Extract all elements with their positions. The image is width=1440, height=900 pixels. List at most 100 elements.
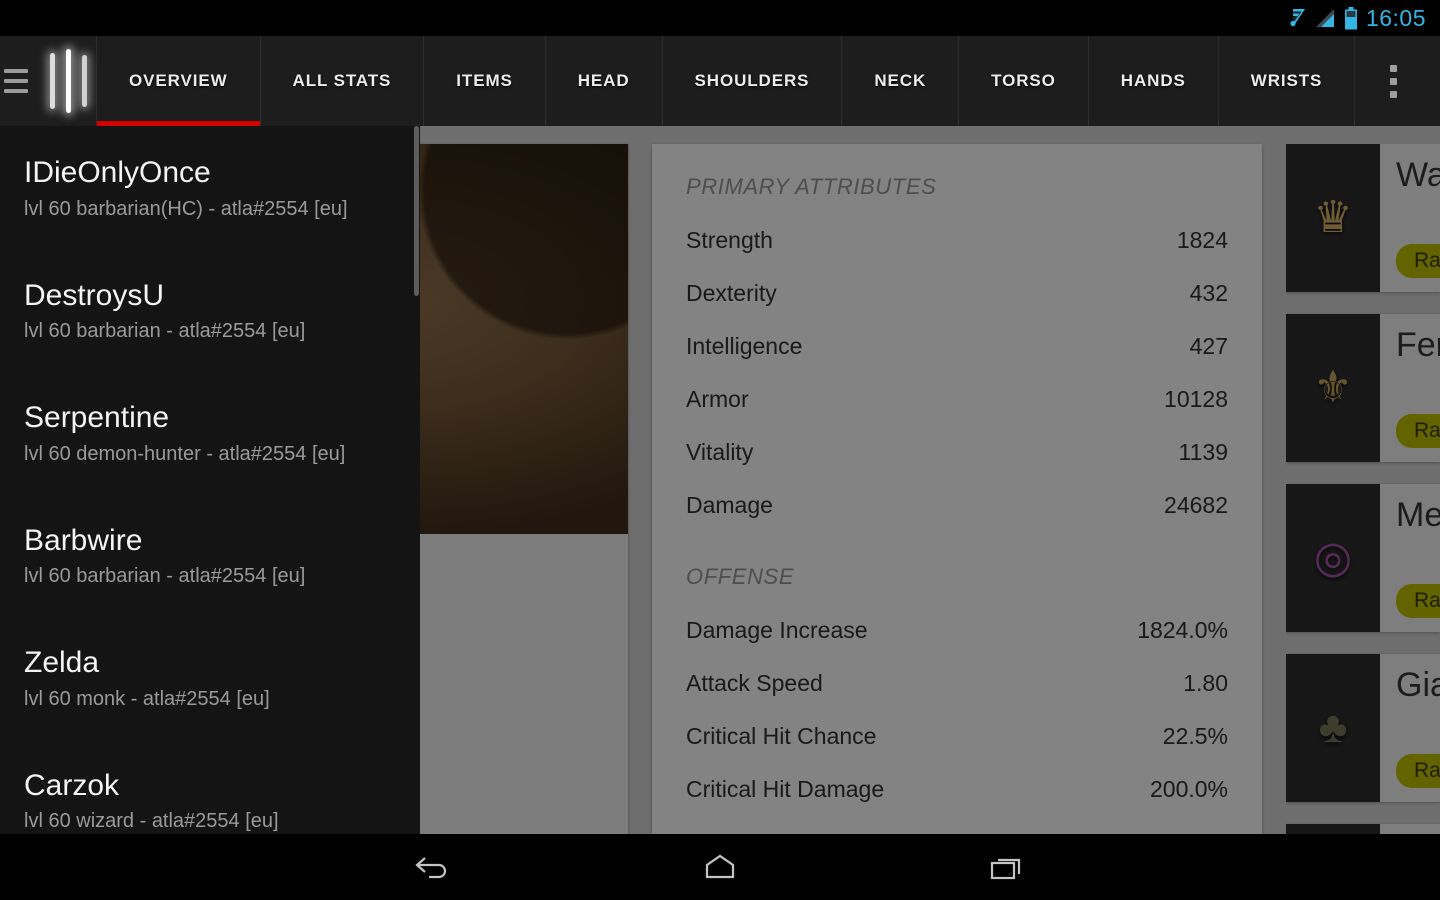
item-name: Fer	[1396, 326, 1440, 364]
character-detail: lvl 60 demon-hunter - atla#2554 [eu]	[24, 442, 346, 465]
helm-icon: ♛	[1286, 144, 1380, 292]
stat-row-strength: Strength 1824	[686, 214, 1228, 267]
stat-label: Critical Hit Chance	[686, 723, 877, 749]
stat-value: 22.5%	[1162, 723, 1228, 749]
tab-hands[interactable]: HANDS	[1089, 36, 1219, 126]
stat-value: 24682	[1164, 492, 1228, 518]
status-bar: 16:05	[0, 0, 1440, 36]
wifi-icon	[1290, 9, 1305, 27]
tab-label: WRISTS	[1250, 71, 1323, 90]
tab-torso[interactable]: TORSO	[959, 36, 1089, 126]
character-detail: lvl 60 barbarian - atla#2554 [eu]	[24, 320, 306, 342]
tab-label: HANDS	[1120, 71, 1186, 90]
stat-label: Damage	[686, 492, 773, 518]
tab-shoulders[interactable]: SHOULDERS	[663, 36, 843, 126]
stats-card: PRIMARY ATTRIBUTES Strength 1824 Dexteri…	[652, 144, 1262, 834]
character-name: Barbwire	[24, 523, 143, 557]
tab-label: OVERVIEW	[129, 71, 228, 90]
character-name: Zelda	[24, 646, 100, 679]
character-name: DestroysU	[24, 278, 165, 312]
drawer-toggle[interactable]	[0, 36, 96, 126]
tab-all-stats[interactable]: ALL STATS	[261, 36, 425, 126]
stat-value: 1824	[1176, 227, 1228, 253]
stat-row-critical-hit-chance: Critical Hit Chance 22.5%	[686, 710, 1228, 763]
home-button[interactable]	[692, 847, 748, 887]
status-badge: Rare	[1396, 754, 1440, 788]
stat-value: 427	[1189, 333, 1228, 359]
section-title-offense: OFFENSE	[686, 564, 795, 589]
stat-label: Attack Speed	[686, 670, 823, 696]
navigation-drawer[interactable]: IDieOnlyOnce lvl 60 barbarian(HC) - atla…	[0, 126, 420, 834]
stat-row-damage: Damage 24682	[686, 479, 1228, 532]
character-detail: lvl 60 barbarian - atla#2554 [eu]	[24, 565, 306, 587]
stat-row-critical-hit-damage: Critical Hit Damage 200.0%	[686, 763, 1228, 816]
item-card[interactable]: ♣ Gia Rare	[1286, 654, 1440, 802]
action-bar: OVERVIEW ALL STATS ITEMS HEAD SHOULDERS …	[0, 36, 1440, 126]
stat-row-dexterity: Dexterity 432	[686, 267, 1228, 320]
stat-label: Critical Hit Damage	[686, 776, 885, 802]
item-card[interactable]: ♛ Wa Rare	[1286, 144, 1440, 292]
stat-value: 200.0%	[1149, 776, 1228, 802]
stat-row-armor: Armor 10128	[686, 373, 1228, 426]
tab-bar: OVERVIEW ALL STATS ITEMS HEAD SHOULDERS …	[96, 36, 1356, 126]
drawer-character-item[interactable]: Barbwire lvl 60 barbarian - atla#2554 [e…	[0, 506, 420, 603]
item-thumbnail-icon	[1286, 824, 1380, 834]
status-badge: Rare	[1396, 244, 1440, 278]
character-detail: lvl 60 monk - atla#2554 [eu]	[24, 687, 270, 710]
item-name: Me	[1396, 496, 1440, 534]
drawer-character-item[interactable]: Serpentine lvl 60 demon-hunter - atla#25…	[0, 383, 420, 480]
torso-icon: ♣	[1286, 654, 1380, 802]
section-title-primary-attributes: PRIMARY ATTRIBUTES	[686, 174, 937, 199]
drawer-character-item[interactable]: IDieOnlyOnce lvl 60 barbarian(HC) - atla…	[0, 138, 420, 235]
shoulders-icon: ⚜	[1286, 314, 1380, 462]
stat-label: Vitality	[686, 439, 754, 465]
item-card[interactable]	[1286, 824, 1440, 834]
drawer-character-item[interactable]: Zelda lvl 60 monk - atla#2554 [eu]	[0, 628, 420, 725]
stat-row-damage-increase: Damage Increase 1824.0%	[686, 604, 1228, 657]
drawer-character-item[interactable]: Carzok lvl 60 wizard - atla#2554 [eu]	[0, 751, 420, 835]
back-button[interactable]	[406, 847, 462, 887]
item-card[interactable]: ◎ Me Rare	[1286, 484, 1440, 632]
tab-items[interactable]: ITEMS	[424, 36, 546, 126]
tab-head[interactable]: HEAD	[546, 36, 663, 126]
stat-value: 10128	[1164, 386, 1228, 412]
stat-label: Armor	[686, 386, 749, 412]
stat-row-attack-speed: Attack Speed 1.80	[686, 657, 1228, 710]
stat-label: Dexterity	[686, 280, 777, 306]
stat-value: 1824.0%	[1137, 617, 1228, 643]
hamburger-menu-icon[interactable]	[4, 69, 28, 93]
stat-label: Strength	[686, 227, 773, 253]
drawer-character-item[interactable]: DestroysU lvl 60 barbarian - atla#2554 […	[0, 261, 420, 358]
item-card[interactable]: ⚜ Fer Rare	[1286, 314, 1440, 462]
status-bar-clock: 16:05	[1365, 4, 1426, 31]
recents-button[interactable]	[978, 847, 1034, 887]
stat-label: Damage Increase	[686, 617, 868, 643]
tab-label: ITEMS	[456, 71, 513, 90]
tab-label: SHOULDERS	[694, 71, 810, 90]
tab-label: HEAD	[577, 71, 630, 90]
battery-icon	[1344, 6, 1357, 29]
cellular-signal-icon	[1315, 9, 1334, 27]
tab-overview[interactable]: OVERVIEW	[96, 36, 261, 126]
stat-label: Intelligence	[686, 333, 803, 359]
tab-wrists[interactable]: WRISTS	[1219, 36, 1356, 126]
item-name: Wa	[1396, 156, 1440, 194]
character-name: Serpentine	[24, 401, 170, 434]
tab-label: TORSO	[991, 71, 1056, 90]
stat-row-vitality: Vitality 1139	[686, 426, 1228, 479]
drawer-scrollbar[interactable]	[414, 126, 419, 296]
diablo3-logo-icon	[46, 49, 94, 113]
amulet-icon: ◎	[1286, 484, 1380, 632]
status-badge: Rare	[1396, 414, 1440, 448]
overflow-menu-icon[interactable]	[1370, 36, 1416, 126]
character-detail: lvl 60 barbarian(HC) - atla#2554 [eu]	[24, 197, 348, 220]
status-badge: Rare	[1396, 584, 1440, 618]
equipped-items-list[interactable]: ♛ Wa Rare ⚜ Fer Rare ◎ Me Rare	[1286, 144, 1440, 834]
stat-value: 432	[1189, 280, 1228, 306]
tab-neck[interactable]: NECK	[842, 36, 960, 126]
tab-label: ALL STATS	[292, 71, 392, 90]
system-navigation-bar	[0, 834, 1440, 900]
character-detail: lvl 60 wizard - atla#2554 [eu]	[24, 810, 279, 832]
character-name: IDieOnlyOnce	[24, 156, 211, 189]
stat-row-intelligence: Intelligence 427	[686, 320, 1228, 373]
